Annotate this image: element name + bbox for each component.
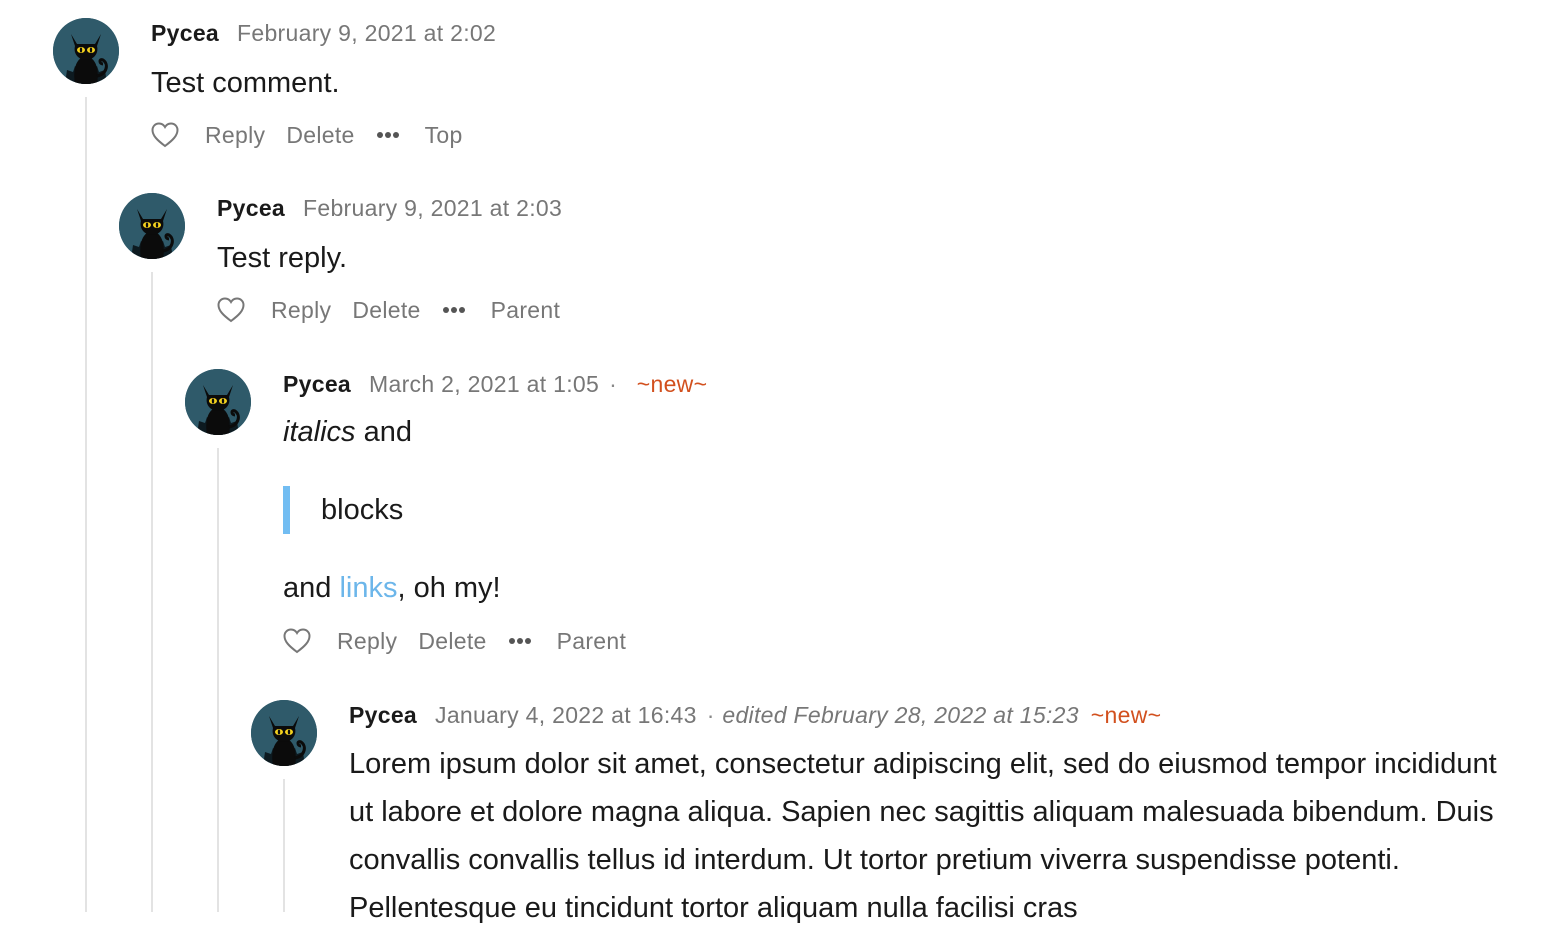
reply-button[interactable]: Reply (205, 122, 265, 149)
comment-author[interactable]: Pycea (151, 20, 219, 46)
body-text: , oh my! (397, 572, 501, 604)
thread-line-level-4 (283, 779, 285, 912)
comment-body: Test comment. (151, 67, 340, 99)
comment-header: Pycea February 9, 2021 at 2:03 (217, 194, 562, 222)
avatar[interactable] (119, 193, 185, 259)
black-cat-avatar-icon (119, 193, 185, 259)
comment-actions: Reply Delete Parent (283, 625, 647, 657)
thread-line-level-2 (151, 272, 153, 912)
black-cat-avatar-icon (185, 369, 251, 435)
body-text: and (283, 572, 340, 604)
blockquote: blocks (283, 486, 403, 534)
new-badge: ~new~ (636, 371, 708, 397)
comment-body-line-2: and links, oh my! (283, 564, 501, 612)
comment-date[interactable]: March 2, 2021 at 1:05 (369, 371, 599, 397)
avatar[interactable] (251, 700, 317, 766)
comment-author[interactable]: Pycea (217, 195, 285, 221)
avatar[interactable] (185, 369, 251, 435)
italic-text: italics (283, 416, 356, 448)
parent-link[interactable]: Parent (491, 297, 561, 324)
parent-link[interactable]: Parent (557, 628, 627, 655)
comment-body: Lorem ipsum dolor sit amet, consectetur … (349, 748, 1497, 924)
delete-button[interactable]: Delete (286, 122, 354, 149)
comment-actions: Reply Delete Top (151, 119, 484, 151)
comment-date[interactable]: February 9, 2021 at 2:02 (237, 20, 496, 46)
comment-header: Pycea February 9, 2021 at 2:02 (151, 19, 496, 47)
comment-actions: Reply Delete Parent (217, 294, 581, 326)
ellipsis-icon[interactable] (442, 306, 466, 314)
black-cat-avatar-icon (53, 18, 119, 84)
ellipsis-icon[interactable] (376, 131, 400, 139)
body-text: and (355, 416, 412, 448)
thread-line-level-1 (85, 97, 87, 912)
header-separator: · (706, 702, 715, 728)
comment-header: Pycea March 2, 2021 at 1:05 · ~new~ (283, 370, 707, 398)
comment-date[interactable]: January 4, 2022 at 16:43 (435, 702, 697, 728)
header-separator: · (609, 371, 617, 397)
reply-button[interactable]: Reply (271, 297, 331, 324)
black-cat-avatar-icon (251, 700, 317, 766)
new-badge: ~new~ (1090, 702, 1162, 728)
delete-button[interactable]: Delete (352, 297, 420, 324)
edited-date: edited February 28, 2022 at 15:23 (722, 702, 1079, 728)
comment-author[interactable]: Pycea (283, 371, 351, 397)
top-link[interactable]: Top (425, 122, 463, 149)
body-link[interactable]: links (339, 572, 397, 604)
delete-button[interactable]: Delete (418, 628, 486, 655)
comment-author[interactable]: Pycea (349, 702, 417, 728)
heart-outline-icon[interactable] (217, 297, 245, 323)
avatar[interactable] (53, 18, 119, 84)
comment-header: Pycea January 4, 2022 at 16:43 · edited Feb… (349, 701, 1161, 729)
heart-outline-icon[interactable] (151, 122, 179, 148)
comment-body: Test reply. (217, 242, 348, 274)
reply-button[interactable]: Reply (337, 628, 397, 655)
comment-date[interactable]: February 9, 2021 at 2:03 (303, 195, 562, 221)
ellipsis-icon[interactable] (508, 637, 532, 645)
comment-body-line-1: italics and (283, 408, 412, 456)
thread-line-level-3 (217, 448, 219, 912)
heart-outline-icon[interactable] (283, 628, 311, 654)
